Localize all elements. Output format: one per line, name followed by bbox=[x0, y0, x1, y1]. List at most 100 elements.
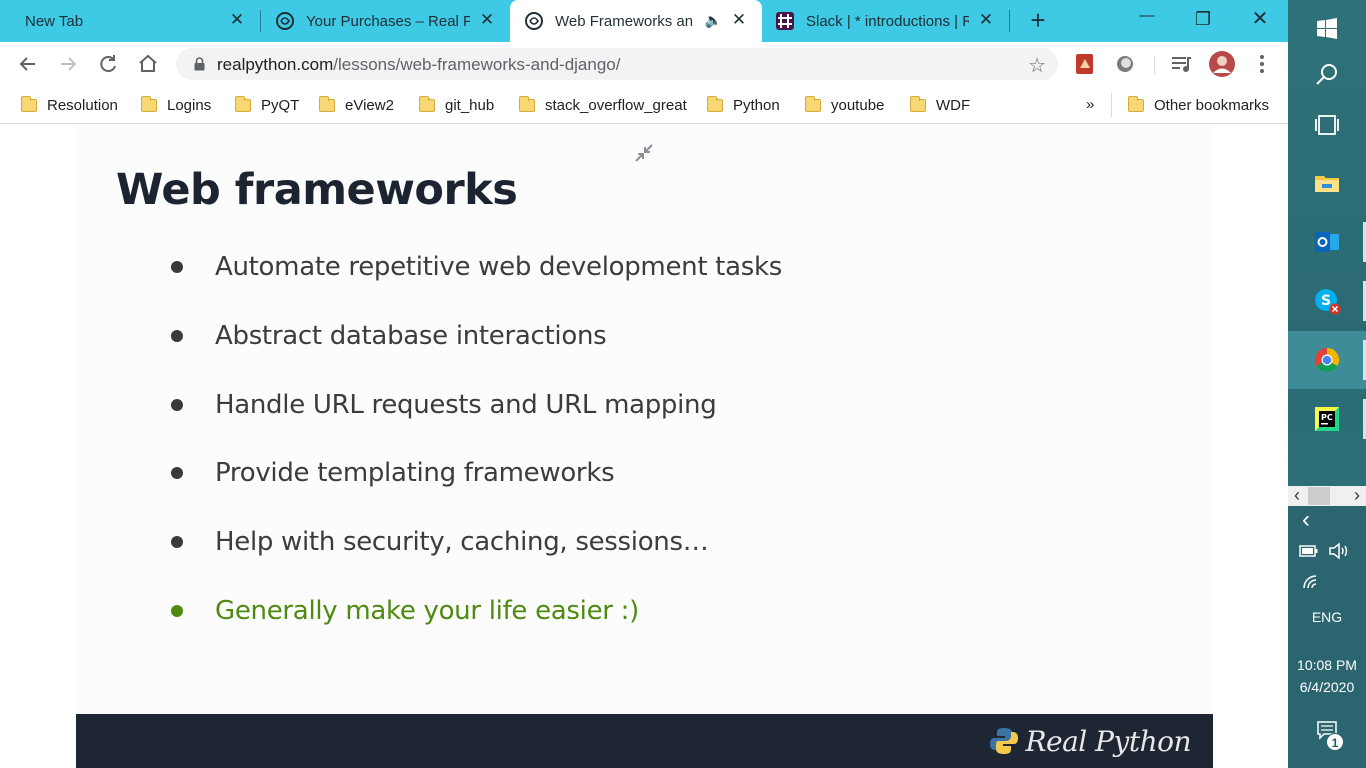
taskbar-skype[interactable]: S bbox=[1288, 272, 1366, 330]
tab-title: New Tab bbox=[25, 12, 84, 30]
close-icon[interactable]: ✕ bbox=[228, 11, 246, 29]
bookmark-folder[interactable]: youtube bbox=[805, 95, 884, 115]
svg-text:PC: PC bbox=[1321, 413, 1333, 422]
bookmark-label: stack_overflow_great bbox=[545, 96, 687, 114]
clock-date[interactable]: 6/4/2020 bbox=[1288, 679, 1366, 695]
close-window-button[interactable]: ✕ bbox=[1245, 6, 1275, 34]
url-text[interactable]: realpython.com/lessons/web-frameworks-an… bbox=[217, 55, 620, 75]
logo-text: Real Python bbox=[1025, 724, 1191, 758]
language-indicator[interactable]: ENG bbox=[1288, 609, 1366, 625]
other-bookmarks-folder[interactable]: Other bookmarks bbox=[1128, 95, 1269, 115]
bookmark-folder[interactable]: WDF bbox=[910, 95, 970, 115]
clock-time[interactable]: 10:08 PM bbox=[1288, 657, 1366, 673]
tab-title: Web Frameworks and Django bbox=[555, 12, 692, 30]
bookmark-folder[interactable]: stack_overflow_great bbox=[519, 95, 687, 115]
bullet-dot bbox=[171, 605, 183, 617]
tab-title: Slack | * introductions | Real Python bbox=[806, 12, 969, 30]
bookmark-label: youtube bbox=[831, 96, 885, 114]
bookmark-folder[interactable]: Logins bbox=[141, 95, 211, 115]
bookmarks-divider bbox=[1111, 93, 1112, 117]
taskbar-chrome[interactable] bbox=[1288, 331, 1366, 389]
bookmarks-overflow-button[interactable]: » bbox=[1086, 96, 1094, 113]
bullet-text: Provide templating frameworks bbox=[215, 458, 615, 488]
close-icon[interactable]: ✕ bbox=[977, 11, 995, 29]
bullet-dot bbox=[171, 399, 183, 411]
toolbar-divider bbox=[1154, 56, 1155, 74]
tab-new-tab[interactable]: New Tab ✕ bbox=[0, 0, 260, 42]
url-domain: realpython.com bbox=[217, 55, 334, 74]
folder-icon bbox=[1128, 95, 1144, 112]
taskbar-outlook[interactable] bbox=[1288, 213, 1366, 271]
tab-slack[interactable]: Slack | * introductions | Real Python ✕ bbox=[762, 0, 1009, 42]
profile-avatar[interactable] bbox=[1208, 50, 1236, 78]
slack-favicon-icon bbox=[776, 12, 794, 30]
task-view-icon bbox=[1315, 115, 1339, 135]
slide-bullet: Automate repetitive web development task… bbox=[171, 247, 782, 287]
reload-icon[interactable] bbox=[94, 50, 122, 78]
bookmark-star-icon[interactable]: ☆ bbox=[1028, 53, 1046, 78]
bullet-dot bbox=[171, 261, 183, 273]
volume-icon[interactable] bbox=[1328, 541, 1352, 561]
bookmark-label: PyQT bbox=[261, 96, 300, 114]
taskbar-file-explorer[interactable] bbox=[1288, 154, 1366, 212]
extension-circle-icon[interactable] bbox=[1113, 52, 1137, 76]
bookmark-label: Python bbox=[733, 96, 780, 114]
folder-icon bbox=[319, 95, 335, 112]
minimize-button[interactable]: — bbox=[1132, 6, 1162, 34]
tab-your-purchases[interactable]: Your Purchases – Real Python ✕ bbox=[261, 0, 510, 42]
battery-icon[interactable] bbox=[1299, 544, 1319, 558]
media-playlist-icon[interactable] bbox=[1169, 52, 1193, 76]
video-slide[interactable]: Web frameworks Automate repetitive web d… bbox=[76, 125, 1213, 768]
new-tab-button[interactable]: + bbox=[1025, 7, 1051, 34]
notification-count: 1 bbox=[1331, 736, 1339, 750]
bullet-text: Help with security, caching, sessions… bbox=[215, 527, 709, 557]
pdf-extension-icon[interactable] bbox=[1073, 52, 1097, 76]
lock-icon bbox=[194, 57, 205, 71]
speaker-icon[interactable]: 🔈 bbox=[705, 12, 722, 29]
page-content: Web frameworks Automate repetitive web d… bbox=[0, 125, 1288, 768]
show-hidden-icons-button[interactable]: ‹ bbox=[1302, 508, 1310, 532]
scroll-left-button[interactable]: ‹ bbox=[1294, 486, 1300, 504]
bookmark-label: git_hub bbox=[445, 96, 495, 114]
home-icon[interactable] bbox=[134, 50, 162, 78]
taskbar-scrollbar[interactable]: ‹ › bbox=[1288, 486, 1366, 506]
bookmark-folder[interactable]: eView2 bbox=[319, 95, 394, 115]
slide-footer-bar: Real Python bbox=[76, 714, 1213, 768]
scroll-right-button[interactable]: › bbox=[1354, 486, 1360, 504]
task-view-button[interactable] bbox=[1288, 96, 1366, 154]
slide-bullet: Abstract database interactions bbox=[171, 316, 607, 356]
bullet-text: Handle URL requests and URL mapping bbox=[215, 390, 717, 420]
real-python-logo: Real Python bbox=[989, 724, 1191, 758]
tab-web-frameworks[interactable]: Web Frameworks and Django 🔈 ✕ bbox=[510, 0, 762, 42]
back-arrow-icon[interactable] bbox=[14, 50, 42, 78]
system-tray: ‹ ENG 10:08 PM 6/4/2020 1 bbox=[1288, 506, 1366, 768]
forward-arrow-icon[interactable] bbox=[54, 50, 82, 78]
folder-icon bbox=[419, 95, 435, 112]
wifi-icon[interactable] bbox=[1300, 572, 1322, 590]
search-icon bbox=[1316, 64, 1337, 85]
folder-icon bbox=[235, 95, 251, 112]
restore-button[interactable]: ❐ bbox=[1188, 6, 1218, 34]
tab-separator bbox=[1009, 10, 1010, 32]
file-explorer-icon bbox=[1315, 176, 1339, 192]
bookmark-folder[interactable]: PyQT bbox=[235, 95, 299, 115]
svg-text:S: S bbox=[1321, 293, 1331, 309]
bookmark-folder[interactable]: Python bbox=[707, 95, 780, 115]
exit-fullscreen-icon[interactable] bbox=[634, 143, 654, 163]
bookmark-label: Resolution bbox=[47, 96, 118, 114]
taskbar-pycharm[interactable]: PC bbox=[1288, 390, 1366, 448]
scroll-thumb[interactable] bbox=[1308, 487, 1330, 505]
close-icon[interactable]: ✕ bbox=[730, 11, 748, 29]
bullet-text: Abstract database interactions bbox=[215, 321, 607, 351]
bookmark-folder[interactable]: Resolution bbox=[21, 95, 118, 115]
kebab-menu-icon[interactable] bbox=[1250, 52, 1274, 76]
folder-icon bbox=[910, 95, 926, 112]
tab-title: Your Purchases – Real Python bbox=[306, 12, 470, 30]
address-bar[interactable]: realpython.com/lessons/web-frameworks-an… bbox=[176, 48, 1058, 80]
folder-icon bbox=[141, 95, 157, 112]
bookmark-folder[interactable]: git_hub bbox=[419, 95, 494, 115]
bookmark-label: eView2 bbox=[345, 96, 394, 114]
close-icon[interactable]: ✕ bbox=[478, 11, 496, 29]
python-favicon-icon bbox=[525, 12, 543, 30]
chrome-icon bbox=[1314, 348, 1340, 373]
